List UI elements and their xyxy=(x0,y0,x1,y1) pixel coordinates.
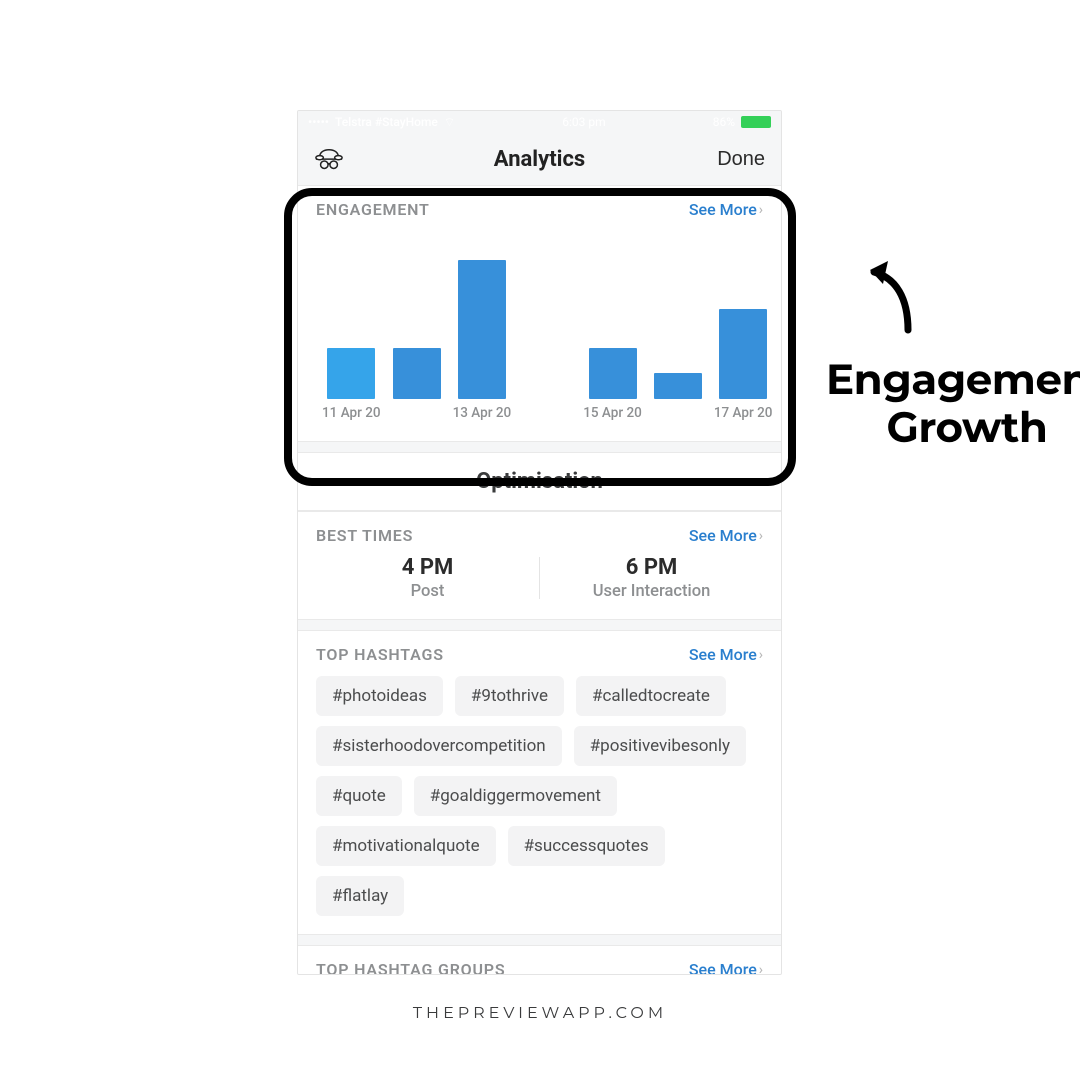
engagement-title: ENGAGEMENT xyxy=(316,200,430,219)
chart-bar: 17 Apr 20 xyxy=(714,309,773,423)
optimisation-header: Optimisation xyxy=(298,452,781,511)
hashtag-pill[interactable]: #goaldiggermovement xyxy=(414,776,617,816)
best-time-post-label: Post xyxy=(316,582,539,601)
incognito-icon[interactable] xyxy=(314,145,344,173)
best-times-card: BEST TIMES See More › 4 PM Post 6 PM Use… xyxy=(298,511,781,620)
phone-frame: ••••• Telstra #StayHome ⌔ 6:03 pm 86% An… xyxy=(297,110,782,975)
bar xyxy=(719,309,767,399)
top-hashtag-groups-title: TOP HASHTAG GROUPS xyxy=(316,960,505,975)
chevron-right-icon: › xyxy=(759,962,763,976)
carrier-label: Telstra #StayHome xyxy=(335,115,438,129)
top-hashtag-groups-see-more[interactable]: See More › xyxy=(689,960,763,975)
chevron-right-icon: › xyxy=(759,647,763,663)
hashtag-pill[interactable]: #sisterhoodovercompetition xyxy=(316,726,562,766)
chart-bar: 15 Apr 20 xyxy=(583,348,642,423)
status-bar: ••••• Telstra #StayHome ⌔ 6:03 pm 86% xyxy=(298,111,781,133)
best-time-interaction-value: 6 PM xyxy=(540,555,763,580)
chart-bar: 11 Apr 20 xyxy=(322,348,381,423)
bar xyxy=(654,373,702,399)
hashtag-pill[interactable]: #flatlay xyxy=(316,876,404,916)
status-time: 6:03 pm xyxy=(562,115,605,129)
hashtag-pill[interactable]: #successquotes xyxy=(508,826,665,866)
best-time-interaction-label: User Interaction xyxy=(540,582,763,601)
bar-label: 11 Apr 20 xyxy=(322,405,381,423)
page-title: Analytics xyxy=(298,147,781,172)
hashtag-pill[interactable]: #quote xyxy=(316,776,402,816)
hashtag-pill[interactable]: #photoideas xyxy=(316,676,443,716)
bar-label: 17 Apr 20 xyxy=(714,405,773,423)
bar xyxy=(393,348,441,399)
best-times-see-more[interactable]: See More › xyxy=(689,526,763,545)
footer-watermark: THEPREVIEWAPP.COM xyxy=(0,1004,1080,1023)
hashtag-pill[interactable]: #positivevibesonly xyxy=(574,726,746,766)
bar-label: 15 Apr 20 xyxy=(583,405,642,423)
engagement-card: ENGAGEMENT See More › 11 Apr 20 13 Apr 20… xyxy=(298,185,781,442)
optimisation-title: Optimisation xyxy=(298,469,781,494)
wifi-icon: ⌔ xyxy=(444,115,455,130)
chart-bar xyxy=(393,348,441,423)
annotation-text: Engagement Growth xyxy=(826,355,1080,452)
battery-pct: 86% xyxy=(713,115,735,129)
chevron-right-icon: › xyxy=(759,528,763,544)
nav-bar: Analytics Done xyxy=(298,133,781,185)
engagement-see-more[interactable]: See More › xyxy=(689,200,763,219)
hashtag-pill[interactable]: #9tothrive xyxy=(455,676,564,716)
best-time-interaction: 6 PM User Interaction xyxy=(540,555,763,601)
battery-icon xyxy=(741,116,771,128)
chevron-right-icon: › xyxy=(759,202,763,218)
engagement-chart: 11 Apr 2013 Apr 2015 Apr 2017 Apr 20 xyxy=(316,223,763,423)
chart-bar xyxy=(654,373,702,423)
chart-bar xyxy=(523,399,571,423)
hashtag-pill[interactable]: #motivationalquote xyxy=(316,826,496,866)
signal-icon: ••••• xyxy=(308,115,329,129)
best-time-post-value: 4 PM xyxy=(316,555,539,580)
bar xyxy=(327,348,375,399)
hashtag-pill[interactable]: #calledtocreate xyxy=(576,676,726,716)
top-hashtags-card: TOP HASHTAGS See More › #photoideas #9tot… xyxy=(298,630,781,935)
top-hashtags-title: TOP HASHTAGS xyxy=(316,645,444,664)
curved-arrow-icon xyxy=(866,258,916,338)
best-time-post: 4 PM Post xyxy=(316,555,539,601)
top-hashtags-see-more[interactable]: See More › xyxy=(689,645,763,664)
done-button[interactable]: Done xyxy=(717,148,765,171)
bar xyxy=(589,348,637,399)
top-hashtag-groups-card: TOP HASHTAG GROUPS See More › xyxy=(298,945,781,975)
bar xyxy=(458,260,506,399)
chart-bar: 13 Apr 20 xyxy=(453,260,512,423)
bar-label: 13 Apr 20 xyxy=(453,405,512,423)
best-times-title: BEST TIMES xyxy=(316,526,413,545)
